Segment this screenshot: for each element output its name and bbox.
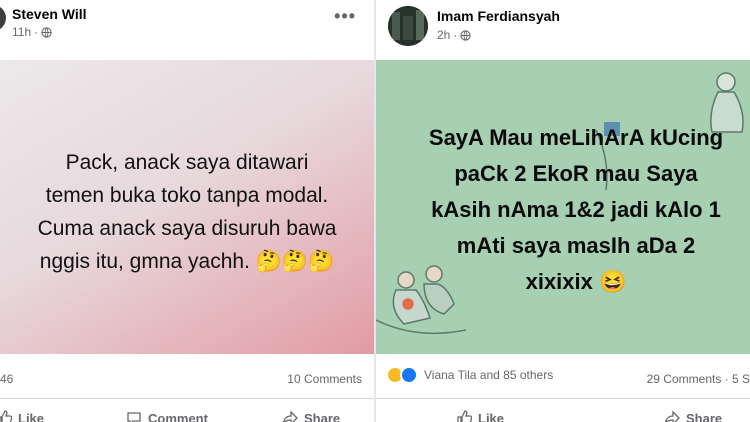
- thumbs-up-icon: [0, 410, 12, 422]
- post-time[interactable]: 11h: [12, 25, 31, 39]
- share-label: Share: [686, 410, 723, 422]
- avatar[interactable]: [388, 6, 428, 46]
- text-card: SayA Mau meLihArA kUcing paCk 2 EkoR mau…: [376, 60, 750, 354]
- card-line: Cuma anack saya disuruh bawa: [37, 217, 337, 240]
- avatar-image: [388, 6, 428, 46]
- post-left: Steven Will 11h · ••• Pack, anack saya d…: [0, 0, 374, 422]
- separator: ·: [453, 28, 458, 42]
- comment-label: Comment: [148, 410, 208, 422]
- share-button[interactable]: Share: [282, 410, 340, 422]
- divider: [0, 398, 374, 399]
- separator: ·: [34, 25, 39, 39]
- card-line: paCk 2 EkoR mau Saya: [454, 161, 698, 186]
- thumbs-up-icon: [457, 410, 472, 422]
- share-label: Share: [304, 410, 341, 422]
- card-text: Pack, anack saya ditawari temen buka tok…: [0, 146, 374, 278]
- author-name[interactable]: Steven Will: [12, 6, 87, 22]
- post-time[interactable]: 2h: [437, 28, 450, 42]
- more-options-icon[interactable]: •••: [334, 6, 356, 27]
- card-line: xixixix 😆: [525, 269, 627, 294]
- globe-icon: [460, 29, 471, 41]
- author-name[interactable]: Imam Ferdiansyah: [437, 8, 560, 24]
- share-button[interactable]: Share: [664, 410, 722, 422]
- like-reaction-icon: [400, 366, 418, 384]
- reactions-text: Viana Tila and 85 others: [424, 368, 554, 382]
- card-line: kAsih nAma 1&2 jadi kAlo 1: [431, 197, 721, 222]
- comment-count[interactable]: 29 Comments · 5 S: [647, 372, 750, 386]
- card-line: nggis itu, gmna yachh. 🤔🤔🤔: [39, 250, 335, 273]
- post-stats: 46 10 Comments: [0, 360, 374, 392]
- post-stats: Viana Tila and 85 others 29 Comments · 5…: [376, 360, 750, 392]
- reaction-count[interactable]: 46: [0, 372, 13, 386]
- reactions-summary[interactable]: Viana Tila and 85 others: [386, 366, 553, 384]
- avatar[interactable]: [0, 5, 6, 31]
- comment-icon: [127, 412, 141, 422]
- like-button[interactable]: Like: [0, 410, 44, 422]
- post-actions: Like Comment Share: [0, 404, 374, 422]
- card-line: temen buka toko tanpa modal.: [45, 184, 329, 207]
- card-line: SayA Mau meLihArA kUcing: [428, 125, 724, 150]
- share-icon: [282, 410, 298, 422]
- card-line: mAti saya masIh aDa 2: [456, 233, 696, 258]
- like-label: Like: [478, 410, 505, 422]
- post-meta: 11h ·: [12, 25, 52, 39]
- post-header: Imam Ferdiansyah 2h ·: [376, 0, 750, 58]
- comment-count[interactable]: 10 Comments: [287, 372, 362, 386]
- post-meta: 2h ·: [437, 28, 471, 42]
- globe-icon: [41, 26, 52, 38]
- card-text: SayA Mau meLihArA kUcing paCk 2 EkoR mau…: [376, 120, 750, 300]
- post-right: Imam Ferdiansyah 2h · SayA Mau meLihArA …: [376, 0, 750, 422]
- like-button[interactable]: Like: [456, 410, 504, 422]
- like-label: Like: [18, 410, 45, 422]
- card-line: Pack, anack saya ditawari: [65, 151, 309, 174]
- share-icon: [664, 410, 680, 422]
- divider: [376, 398, 750, 399]
- post-header: Steven Will 11h · •••: [0, 0, 374, 58]
- comment-button[interactable]: Comment: [126, 410, 208, 422]
- text-card: Pack, anack saya ditawari temen buka tok…: [0, 60, 374, 354]
- post-actions: Like Share: [376, 404, 750, 422]
